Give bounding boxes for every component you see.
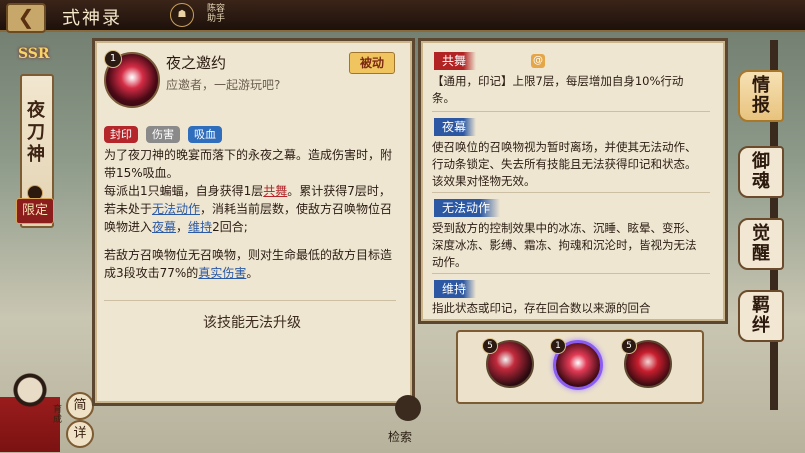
skill-orb-level: 5 bbox=[621, 338, 637, 354]
limited-badge: 限定 bbox=[16, 198, 54, 224]
skill-desc-1: 为了夜刀神的晚宴而落下的永夜之幕。造成伤害时，附带15%吸血。 bbox=[104, 148, 393, 180]
skill-desc-2: 每派出1只蝙蝠，自身获得1层共舞。累计获得7层时，若未处于无法动作，消耗当前层数… bbox=[104, 184, 393, 234]
tag-seal: 封印 bbox=[104, 126, 138, 143]
side-note: 育成 bbox=[53, 405, 63, 425]
keyword-title-gongwu: 共舞 bbox=[434, 52, 477, 70]
shikigami-name: 夜刀神 bbox=[27, 100, 45, 165]
divider bbox=[432, 273, 710, 274]
keyword-text-unable: 受到敌方的控制效果中的冰冻、沉睡、眩晕、变形、深度冰冻、影缚、霜冻、拘魂和沉沦时… bbox=[432, 221, 697, 269]
tab-awaken[interactable]: 觉醒 bbox=[738, 218, 784, 270]
no-upgrade-text: 该技能无法升级 bbox=[203, 315, 301, 331]
keyword-title-sustain: 维持 bbox=[434, 280, 477, 298]
skill-orb-level: 5 bbox=[482, 338, 498, 354]
keyword-title-night: 夜幕 bbox=[434, 118, 477, 136]
skill-name: 夜之邀约 bbox=[166, 54, 227, 72]
keyword-sustain-link[interactable]: 维持 bbox=[188, 220, 212, 234]
divider bbox=[104, 300, 396, 301]
tab-bond[interactable]: 羁绊 bbox=[738, 290, 784, 342]
detail-button[interactable]: 详 bbox=[66, 420, 94, 448]
keyword-text-gongwu: 【通用，印记】上限7层，每层增加自身10%行动条。 bbox=[432, 74, 684, 105]
helper-label[interactable]: 陈容 助手 bbox=[203, 4, 229, 24]
skill-level-badge: 1 bbox=[104, 50, 122, 68]
back-arrow-icon: ❮ bbox=[17, 5, 35, 29]
keyword-text-sustain: 指此状态或印记，存在回合数以来源的回合 bbox=[432, 301, 651, 315]
keyword-text-night: 使召唤位的召唤物视为暂时离场，并使其无法动作、行动条锁定、失去所有技能且无法获得… bbox=[432, 140, 697, 188]
spiral-icon: @ bbox=[531, 54, 545, 68]
shikigami-collection-icon[interactable]: ☗ bbox=[170, 3, 194, 27]
skill-quote: 应邀者，一起游玩吧? bbox=[166, 78, 281, 92]
tag-lifesteal: 吸血 bbox=[188, 126, 222, 143]
keyword-unable-link[interactable]: 无法动作 bbox=[152, 202, 200, 216]
search-icon[interactable] bbox=[395, 395, 421, 421]
keyword-gongwu-link[interactable]: 共舞 bbox=[263, 184, 287, 198]
keyword-night-link[interactable]: 夜幕 bbox=[152, 220, 176, 234]
mascot-figure bbox=[0, 360, 60, 452]
brief-button[interactable]: 简 bbox=[66, 392, 94, 420]
divider bbox=[432, 192, 710, 193]
tab-info[interactable]: 情报 bbox=[738, 70, 784, 122]
skill-desc-3: 若敌方召唤物位无召唤物，则对生命最低的敌方目标造成3段攻击77%的真实伤害。 bbox=[104, 248, 393, 280]
skill-orb-level: 1 bbox=[550, 338, 566, 354]
rarity-badge: SSR bbox=[18, 46, 50, 62]
page-title: 式神录 bbox=[62, 8, 122, 29]
keyword-title-unable: 无法动作 bbox=[434, 199, 501, 217]
search-label[interactable]: 检索 bbox=[388, 428, 412, 445]
back-button[interactable]: ❮ bbox=[6, 3, 46, 33]
tag-damage: 伤害 bbox=[146, 126, 180, 143]
keyword-true-damage-link[interactable]: 真实伤害 bbox=[198, 266, 246, 280]
tab-soul[interactable]: 御魂 bbox=[738, 146, 784, 198]
divider bbox=[432, 111, 710, 112]
skill-type-badge: 被动 bbox=[349, 52, 395, 74]
